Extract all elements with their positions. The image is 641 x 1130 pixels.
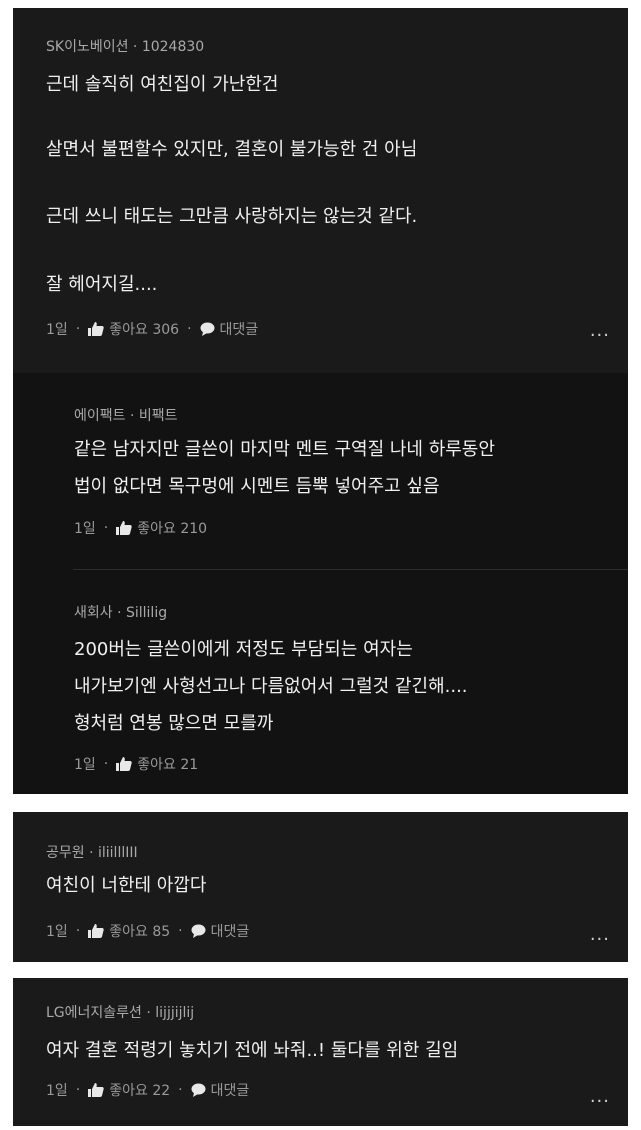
separator: ·	[178, 923, 183, 939]
reply-time: 1일	[74, 757, 96, 773]
reply-footer: 1일 · 좋아요 21	[74, 754, 198, 774]
comment-footer: 1일 · 좋아요 22 · 대댓글	[46, 1080, 249, 1100]
comment-time: 1일	[46, 322, 68, 338]
thumbs-up-icon[interactable]	[88, 924, 104, 938]
thumbs-up-icon[interactable]	[116, 521, 132, 535]
comment-text-line: 잘 헤어지길....	[46, 274, 158, 295]
comment-time: 1일	[46, 924, 68, 940]
thumbs-up-icon[interactable]	[88, 1083, 104, 1097]
reply-text-line: 내가보기엔 사형선고나 다름없어서 그럴것 같긴해....	[74, 676, 468, 697]
reply-text-line: 형처럼 연봉 많으면 모를까	[74, 713, 274, 734]
reply-button[interactable]: 대댓글	[211, 921, 250, 941]
like-count[interactable]: 좋아요 210	[137, 518, 207, 538]
comment-text-line: 근데 쓰니 태도는 그만큼 사랑하지는 않는것 같다.	[46, 206, 418, 227]
comment-card: LG에너지솔루션 · lijjjijlij 여자 결혼 적령기 놓치기 전에 놔…	[13, 978, 628, 1126]
separator: ·	[75, 321, 81, 337]
like-count[interactable]: 좋아요 22	[109, 1080, 170, 1100]
comment-footer: 1일 · 좋아요 85 · 대댓글	[46, 921, 249, 941]
reply-text-line: 법이 없다면 목구멍에 시멘트 듬뿍 넣어주고 싶음	[74, 476, 440, 497]
reply-author[interactable]: 새회사 · Sillilig	[74, 602, 167, 622]
speech-bubble-icon[interactable]	[191, 1083, 206, 1097]
reply-text-line: 200버는 글쓴이에게 저정도 부담되는 여자는	[74, 639, 413, 660]
speech-bubble-icon[interactable]	[191, 924, 206, 938]
more-options-button[interactable]: ...	[590, 924, 610, 945]
reply-button[interactable]: 대댓글	[211, 1080, 250, 1100]
reply-text-line: 같은 남자지만 글쓴이 마지막 멘트 구역질 나네 하루동안	[74, 439, 495, 460]
separator: ·	[103, 756, 109, 772]
comment-author[interactable]: 공무원 · iliilllIII	[46, 842, 138, 862]
reply-button[interactable]: 대댓글	[220, 319, 259, 339]
comment-text-line: 근데 솔직히 여친집이 가난한건	[46, 74, 279, 95]
comment-author[interactable]: SK이노베이션 · 1024830	[46, 36, 204, 56]
reply-author[interactable]: 에이팩트 · 비팩트	[74, 405, 178, 425]
reply-list: 에이팩트 · 비팩트 같은 남자지만 글쓴이 마지막 멘트 구역질 나네 하루동…	[13, 373, 628, 794]
comment-text-line: 여자 결혼 적령기 놓치기 전에 놔줘..! 둘다를 위한 길임	[46, 1040, 459, 1061]
more-options-button[interactable]: ...	[590, 1086, 610, 1107]
separator: ·	[75, 1082, 81, 1098]
like-count[interactable]: 좋아요 21	[137, 754, 198, 774]
thumbs-up-icon[interactable]	[116, 757, 132, 771]
comment-author[interactable]: LG에너지솔루션 · lijjjijlij	[46, 1002, 194, 1022]
more-options-button[interactable]: ...	[590, 320, 610, 341]
like-count[interactable]: 좋아요 85	[109, 921, 170, 941]
comment-text-line: 살면서 불편할수 있지만, 결혼이 불가능한 건 아님	[46, 139, 418, 160]
like-count[interactable]: 좋아요 306	[109, 319, 179, 339]
comment-card: 공무원 · iliilllIII 여친이 너한테 아깝다 1일 · 좋아요 85…	[13, 812, 628, 962]
separator: ·	[187, 321, 192, 337]
thumbs-up-icon[interactable]	[88, 322, 104, 336]
separator: ·	[75, 923, 81, 939]
divider	[73, 569, 628, 570]
comment-time: 1일	[46, 1083, 68, 1099]
comment-footer: 1일 · 좋아요 306 · 대댓글	[46, 319, 258, 339]
comment-card: SK이노베이션 · 1024830 근데 솔직히 여친집이 가난한건 살면서 불…	[13, 8, 628, 373]
separator: ·	[178, 1082, 183, 1098]
separator: ·	[103, 520, 109, 536]
comment-text-line: 여친이 너한테 아깝다	[46, 875, 207, 896]
reply-footer: 1일 · 좋아요 210	[74, 518, 207, 538]
reply-time: 1일	[74, 521, 96, 537]
speech-bubble-icon[interactable]	[200, 322, 215, 336]
